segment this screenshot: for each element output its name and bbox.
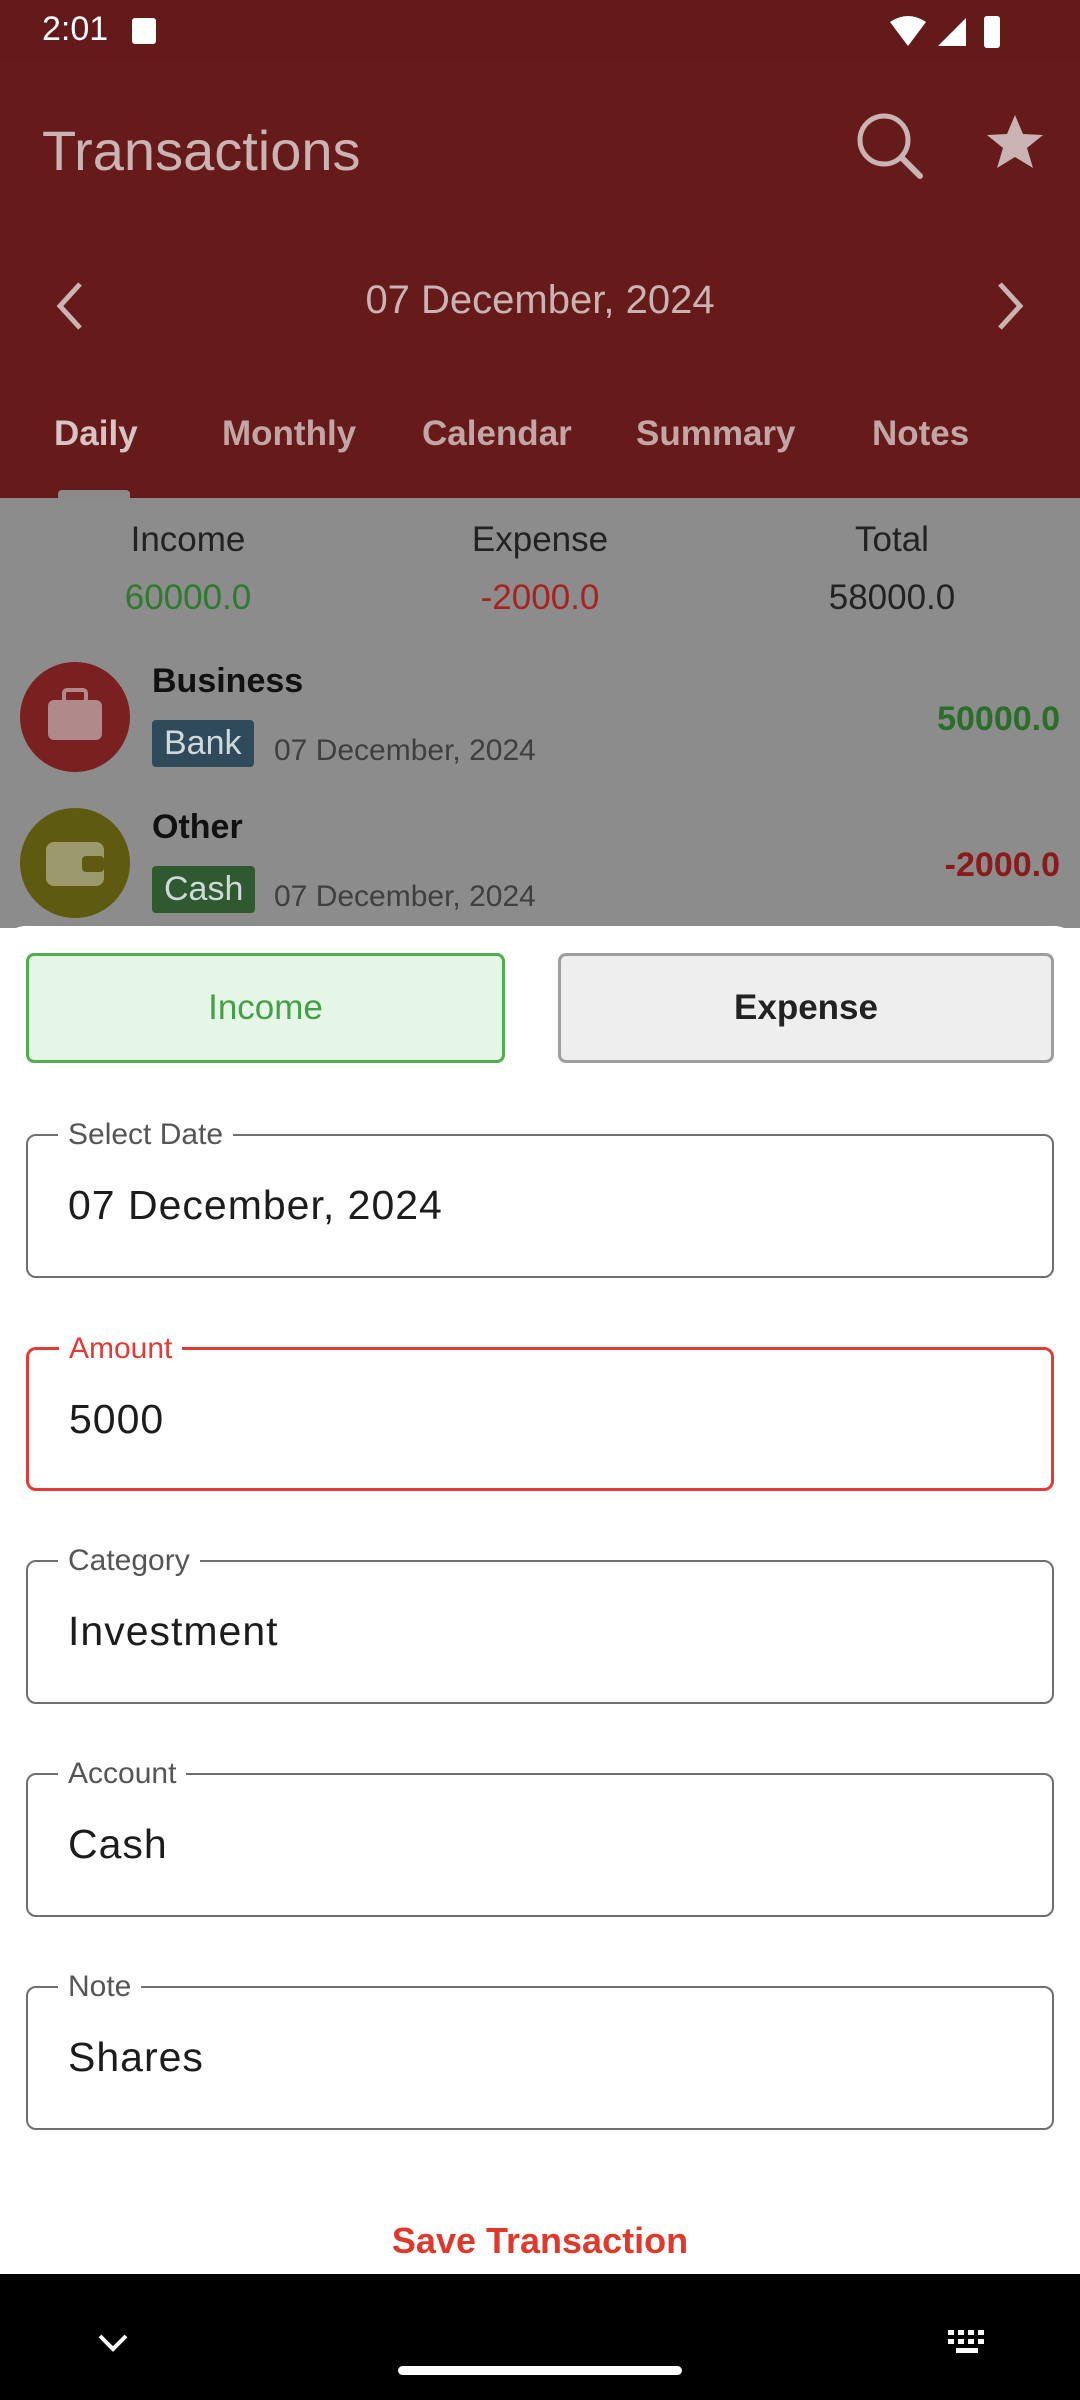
amount-field-value: 5000 xyxy=(69,1396,165,1442)
navigation-bar xyxy=(0,2274,1080,2400)
expense-summary-label: Expense xyxy=(471,520,609,559)
transaction-title[interactable]: Other xyxy=(152,808,243,847)
income-summary-label: Income xyxy=(130,520,246,559)
account-field-value: Cash xyxy=(68,1821,168,1867)
tab-notes[interactable]: Notes xyxy=(872,414,969,454)
account-chip: Cash xyxy=(152,866,256,913)
star-icon[interactable] xyxy=(984,112,1046,174)
income-toggle[interactable]: Income xyxy=(26,953,505,1063)
transaction-title[interactable]: Business xyxy=(152,662,303,701)
current-date: 07 December, 2024 xyxy=(365,278,715,322)
account-field-label: Account xyxy=(58,1757,187,1791)
date-field-label: Select Date xyxy=(58,1118,234,1152)
account-chip: Bank xyxy=(152,720,254,767)
notification-icon xyxy=(132,18,156,44)
amount-field[interactable]: Amount 5000 xyxy=(26,1332,1054,1491)
expense-summary-value: -2000.0 xyxy=(480,578,600,617)
total-summary-label: Total xyxy=(855,520,929,559)
date-field[interactable]: Select Date 07 December, 2024 xyxy=(26,1118,1054,1278)
transaction-date: 07 December, 2024 xyxy=(274,880,536,913)
keyboard-icon[interactable] xyxy=(946,2328,990,2358)
note-field-value: Shares xyxy=(68,2034,204,2080)
transaction-row-icon xyxy=(20,808,130,918)
status-time: 2:01 xyxy=(42,10,109,48)
tab-indicator xyxy=(58,490,130,498)
category-field-label: Category xyxy=(58,1544,200,1578)
total-summary-value: 58000.0 xyxy=(828,578,956,617)
transaction-row-icon xyxy=(20,662,130,772)
amount-field-label: Amount xyxy=(59,1332,183,1366)
briefcase-icon xyxy=(48,688,102,740)
status-bar: 2:01 xyxy=(0,0,1080,60)
transaction-date: 07 December, 2024 xyxy=(274,734,536,767)
account-field[interactable]: Account Cash xyxy=(26,1757,1054,1917)
category-field-value: Investment xyxy=(68,1608,279,1654)
chevron-down-icon[interactable] xyxy=(96,2332,130,2354)
income-summary-value: 60000.0 xyxy=(124,578,252,617)
page-title: Transactions xyxy=(42,119,361,182)
tab-daily[interactable]: Daily xyxy=(54,414,138,454)
tab-monthly[interactable]: Monthly xyxy=(222,414,356,454)
note-field[interactable]: Note Shares xyxy=(26,1970,1054,2130)
status-icons xyxy=(890,16,1000,48)
transaction-amount: -2000.0 xyxy=(944,846,1060,884)
wifi-icon xyxy=(890,16,926,46)
battery-icon xyxy=(984,16,1000,48)
signal-icon xyxy=(938,18,966,46)
chevron-right-icon[interactable] xyxy=(992,278,1028,334)
save-transaction-button[interactable]: Save Transaction xyxy=(0,2220,1080,2262)
search-icon[interactable] xyxy=(854,110,924,180)
tab-calendar[interactable]: Calendar xyxy=(422,414,572,454)
category-field[interactable]: Category Investment xyxy=(26,1544,1054,1704)
tab-summary[interactable]: Summary xyxy=(636,414,796,454)
transaction-amount: 50000.0 xyxy=(937,700,1060,738)
wallet-icon xyxy=(46,842,104,886)
date-field-value: 07 December, 2024 xyxy=(68,1182,443,1228)
expense-toggle[interactable]: Expense xyxy=(558,953,1054,1063)
note-field-label: Note xyxy=(58,1970,142,2004)
home-handle[interactable] xyxy=(398,2366,682,2375)
